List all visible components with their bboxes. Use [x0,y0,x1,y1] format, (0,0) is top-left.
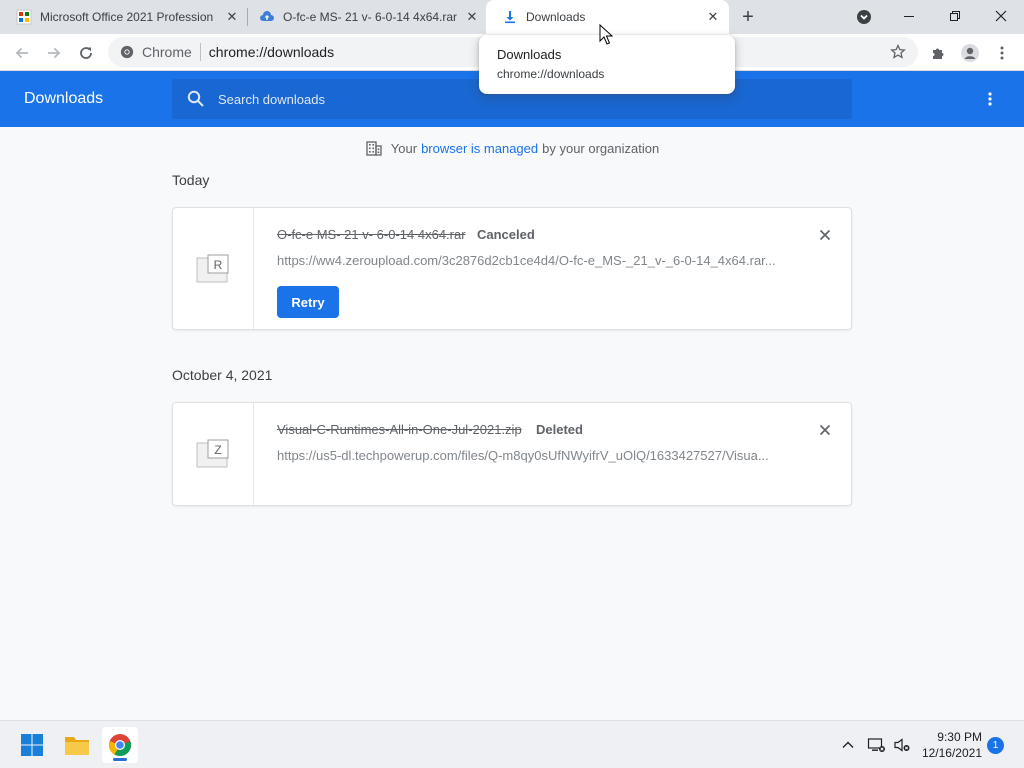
active-app-indicator [113,758,127,761]
managed-suffix: by your organization [542,140,660,156]
close-window-button[interactable] [978,0,1024,32]
clock-time: 9:30 PM [937,730,982,744]
chevron-down-icon [857,10,871,24]
close-tab-icon[interactable]: ✕ [224,9,240,25]
omnibox-chip: Chrome [120,44,192,60]
extensions-button[interactable] [924,39,952,67]
svg-text:R: R [214,258,223,272]
downloads-menu-button[interactable] [978,87,1002,111]
clock-date: 12/16/2021 [921,746,982,760]
notification-badge[interactable]: 1 [987,737,1004,754]
close-icon [995,10,1007,22]
minimize-button[interactable] [886,0,932,32]
windows-logo-icon [21,734,43,756]
file-explorer-button[interactable] [59,727,95,763]
date-heading: Today [172,172,210,188]
remove-item-button[interactable] [817,227,833,243]
arrow-right-icon [48,47,61,59]
tab-strip: Microsoft Office 2021 Profession ✕ O-fc-… [0,0,1024,34]
bookmark-star-icon[interactable] [890,44,906,60]
reload-icon [80,47,92,59]
retry-button[interactable]: Retry [277,286,339,318]
folder-icon [65,737,89,755]
forward-button[interactable] [40,39,68,67]
managed-notice: Your browser is managed by your organiza… [0,139,1024,157]
close-tab-icon[interactable]: ✕ [705,9,721,25]
cloud-upload-icon [259,9,275,25]
download-status: Deleted [536,422,583,437]
volume-button[interactable] [892,735,912,755]
speaker-muted-icon [894,738,910,752]
download-item: R O-fc-e MS- 21 v- 6-0-14 4x64.rar Cance… [172,207,852,330]
managed-prefix: Your [390,140,418,156]
tab-title: Microsoft Office 2021 Profession [40,10,214,24]
close-tab-icon[interactable]: ✕ [464,9,480,25]
chrome-logo-icon [120,45,134,59]
more-vert-icon [988,92,992,106]
close-icon [819,424,831,436]
search-icon [187,90,204,107]
chrome-menu-button[interactable] [988,39,1016,67]
page-title: Downloads [24,90,104,107]
show-hidden-icons-button[interactable] [838,735,858,755]
tab-title: Downloads [526,10,586,24]
tab-search-button[interactable] [854,7,874,27]
omnibox-chip-label: Chrome [142,44,192,60]
minimize-icon [904,16,914,17]
more-vert-icon [1000,46,1004,60]
hover-card-title: Downloads [497,47,562,62]
restore-icon [950,11,960,21]
browser-managed-link[interactable]: browser is managed [421,141,538,156]
download-item: Z Visual-C-Runtimes-All-in-One-Jul-2021.… [172,402,852,506]
network-button[interactable] [866,735,886,755]
system-clock[interactable]: 9:30 PM 12/16/2021 [920,729,982,761]
download-file-name[interactable]: O-fc-e MS- 21 v- 6-0-14 4x64.rar [277,227,466,242]
taskbar: 9:30 PM 12/16/2021 1 [0,720,1024,768]
date-heading: October 4, 2021 [172,367,273,383]
new-tab-button[interactable]: + [736,5,760,29]
chrome-taskbar-button[interactable] [102,727,138,763]
file-zip-icon: Z [196,439,229,468]
tab-office[interactable]: Microsoft Office 2021 Profession ✕ [0,0,248,34]
network-icon [867,738,885,752]
omnibox-divider [199,43,201,61]
profile-button[interactable] [956,39,984,67]
download-icon [502,9,518,25]
tab-title: O-fc-e MS- 21 v- 6-0-14 4x64.rar [283,10,458,24]
file-icon-column: R [173,208,254,329]
building-icon [366,141,382,156]
download-url[interactable]: https://ww4.zeroupload.com/3c2876d2cb1ce… [277,253,777,268]
download-file-name: Visual-C-Runtimes-All-in-One-Jul-2021.zi… [277,422,522,437]
start-button[interactable] [14,727,50,763]
office-favicon-icon [16,9,32,25]
chevron-up-icon [842,741,854,748]
reload-button[interactable] [72,39,100,67]
file-rar-icon: R [196,254,229,282]
restore-button[interactable] [932,0,978,32]
download-status: Canceled [477,227,535,242]
back-button[interactable] [8,39,36,67]
chrome-logo-icon [108,734,132,757]
avatar-icon [961,44,979,62]
tab-rar-upload[interactable]: O-fc-e MS- 21 v- 6-0-14 4x64.rar ✕ [243,0,488,34]
remove-item-button[interactable] [817,422,833,438]
puzzle-icon [933,48,944,59]
svg-text:Z: Z [214,443,221,457]
file-icon-column: Z [173,403,254,505]
close-icon [819,229,831,241]
download-url[interactable]: https://us5-dl.techpowerup.com/files/Q-m… [277,448,777,463]
mouse-cursor-icon [599,24,613,45]
omnibox-url[interactable]: chrome://downloads [209,44,334,60]
arrow-left-icon [15,47,28,59]
hover-card-url: chrome://downloads [497,67,605,81]
